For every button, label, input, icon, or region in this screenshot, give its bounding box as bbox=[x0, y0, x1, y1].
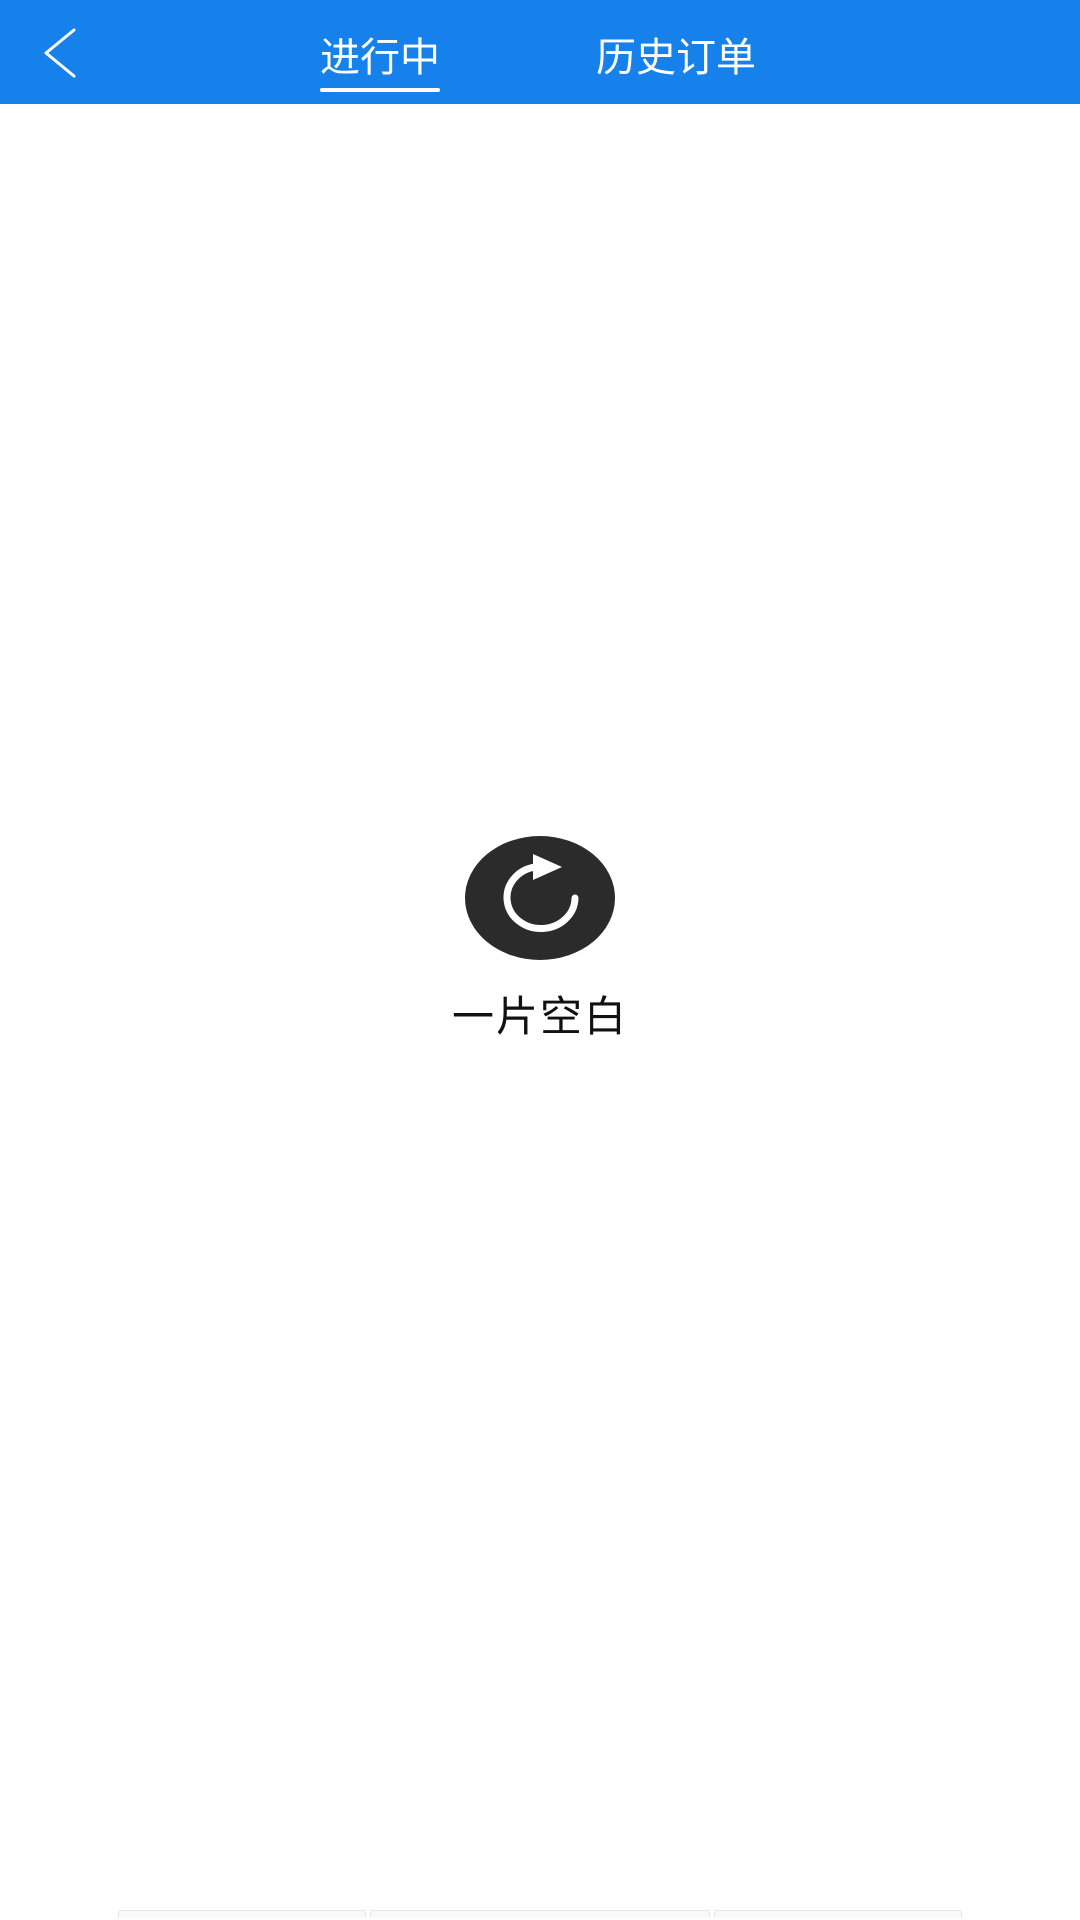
empty-message: 一片空白 bbox=[451, 992, 628, 1041]
tab-in-progress[interactable]: 进行中 bbox=[320, 28, 440, 92]
refresh-button[interactable] bbox=[465, 836, 615, 960]
chevron-left-icon bbox=[44, 28, 76, 78]
active-tab-indicator bbox=[320, 88, 440, 92]
top-bar: 进行中 历史订单 bbox=[0, 0, 1080, 104]
back-button[interactable] bbox=[36, 18, 96, 88]
bottom-bar-segment bbox=[714, 1910, 962, 1918]
orders-page: 进行中 历史订单 一片空白 bbox=[0, 0, 1080, 1920]
tab-order-history[interactable]: 历史订单 bbox=[596, 28, 756, 92]
tab-order-history-label: 历史订单 bbox=[596, 35, 756, 81]
bottom-bar-segment bbox=[118, 1910, 366, 1918]
empty-state: 一片空白 bbox=[0, 836, 1080, 1042]
refresh-icon bbox=[465, 836, 615, 960]
bottom-bar-segment bbox=[370, 1910, 710, 1918]
tab-in-progress-label: 进行中 bbox=[320, 35, 440, 81]
